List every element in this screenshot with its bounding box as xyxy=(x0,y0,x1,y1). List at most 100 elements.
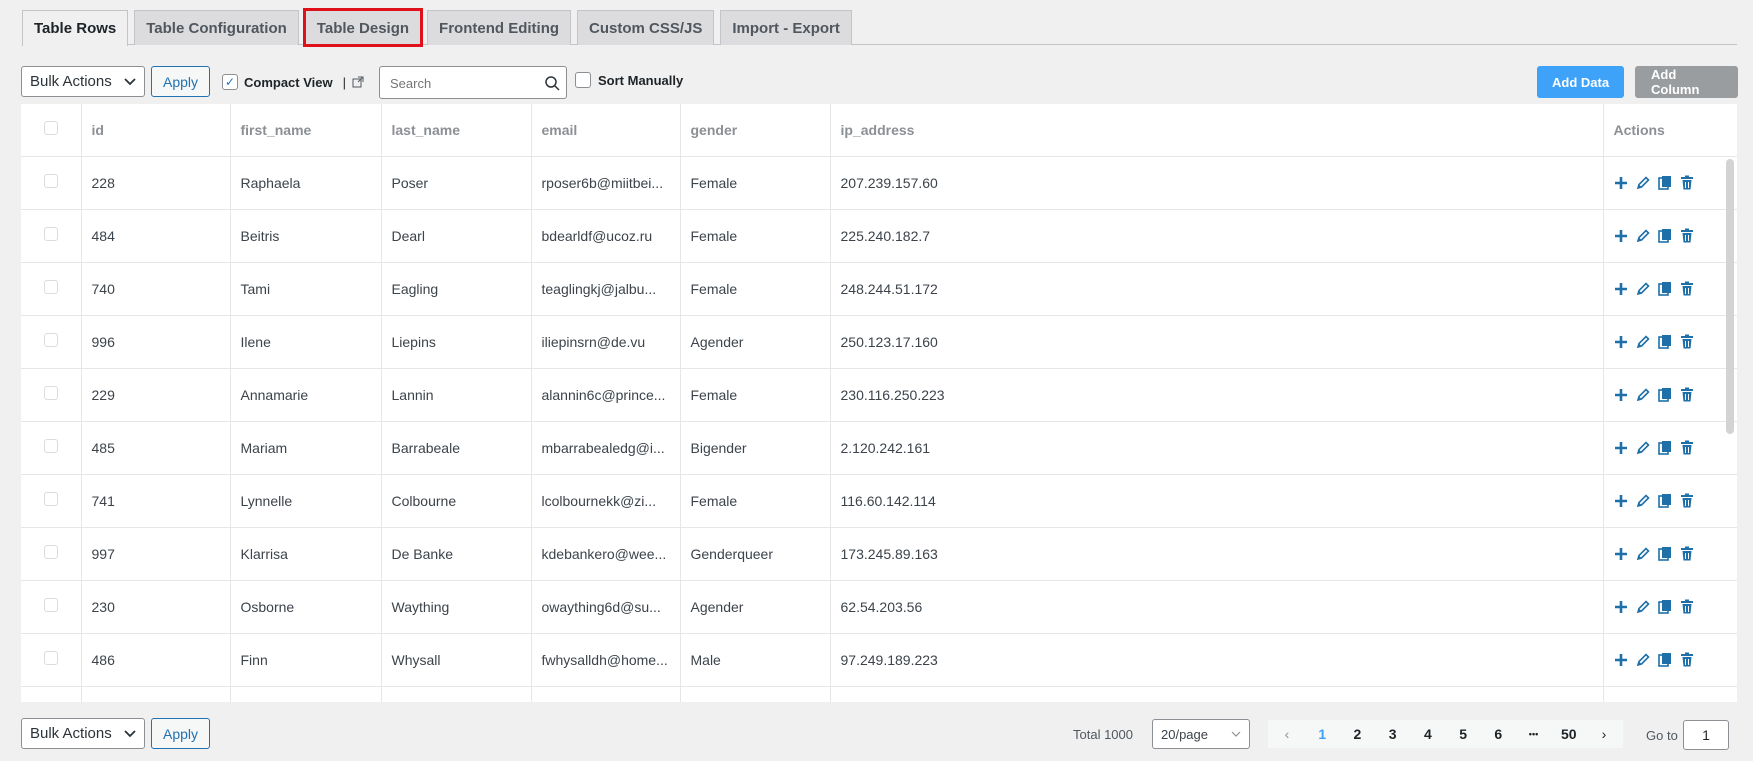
cell-last-name[interactable]: Dearl xyxy=(381,209,532,263)
cell-ip-address[interactable]: 230.116.250.223 xyxy=(830,368,1604,422)
page-size-select[interactable]: 20/page xyxy=(1152,719,1250,749)
cell-last-name[interactable] xyxy=(381,686,532,702)
compact-view-checkbox[interactable]: ✓ xyxy=(222,74,238,90)
cell-last-name[interactable]: Waything xyxy=(381,580,532,634)
add-column-button[interactable]: Add Column xyxy=(1635,66,1738,98)
cell-email[interactable]: fwhysalldh@home... xyxy=(531,633,681,687)
cell-gender[interactable]: Agender xyxy=(680,315,831,369)
column-header-id[interactable]: id xyxy=(81,104,231,157)
cell-email[interactable]: iliepinsrn@de.vu xyxy=(531,315,681,369)
trash-icon[interactable] xyxy=(1680,599,1694,614)
plus-icon[interactable] xyxy=(1614,600,1628,614)
prev-page-button[interactable]: ‹ xyxy=(1276,726,1298,742)
cell-id[interactable]: 486 xyxy=(81,633,231,687)
cell-first-name[interactable]: Beitris xyxy=(230,209,382,263)
plus-icon[interactable] xyxy=(1614,653,1628,667)
page-button[interactable]: 3 xyxy=(1382,726,1404,742)
select-all-checkbox[interactable] xyxy=(43,121,58,136)
trash-icon[interactable] xyxy=(1680,281,1694,296)
row-checkbox[interactable] xyxy=(43,333,58,347)
cell-id[interactable]: 741 xyxy=(81,474,231,528)
edit-icon[interactable] xyxy=(1636,493,1650,508)
copy-icon[interactable] xyxy=(1657,334,1672,349)
trash-icon[interactable] xyxy=(1680,493,1694,508)
cell-id[interactable]: 485 xyxy=(81,421,231,475)
vertical-scrollbar[interactable] xyxy=(1726,159,1734,434)
cell-last-name[interactable]: Barrabeale xyxy=(381,421,532,475)
table-row[interactable]: 997 Klarrisa De Banke kdebankero@wee... Gend… xyxy=(21,527,1737,581)
row-checkbox[interactable] xyxy=(43,174,58,188)
tab-table-rows[interactable]: Table Rows xyxy=(22,10,129,46)
plus-icon[interactable] xyxy=(1614,229,1628,243)
cell-email[interactable]: teaglingkj@jalbu... xyxy=(531,262,681,316)
copy-icon[interactable] xyxy=(1657,546,1672,561)
cell-gender[interactable]: Female xyxy=(680,209,831,263)
row-checkbox[interactable] xyxy=(43,280,58,294)
table-row[interactable]: 228 Raphaela Poser rposer6b@miitbei... Femal… xyxy=(21,156,1737,210)
copy-icon[interactable] xyxy=(1657,440,1672,455)
cell-id[interactable]: 229 xyxy=(81,368,231,422)
edit-icon[interactable] xyxy=(1636,440,1650,455)
cell-gender[interactable]: Genderqueer xyxy=(680,527,831,581)
cell-first-name[interactable]: Ilene xyxy=(230,315,382,369)
trash-icon[interactable] xyxy=(1680,546,1694,561)
footer-apply-button[interactable]: Apply xyxy=(151,718,211,749)
cell-last-name[interactable]: Poser xyxy=(381,156,532,210)
goto-page-input[interactable]: 1 xyxy=(1683,720,1729,750)
cell-first-name[interactable]: Mariam xyxy=(230,421,382,475)
copy-icon[interactable] xyxy=(1657,652,1672,667)
tab-table-design[interactable]: Table Design xyxy=(302,8,424,47)
cell-email[interactable]: alannin6c@prince... xyxy=(531,368,681,422)
cell-ip-address[interactable] xyxy=(830,686,1604,702)
plus-icon[interactable] xyxy=(1614,494,1628,508)
row-checkbox[interactable] xyxy=(43,227,58,241)
page-button[interactable]: 4 xyxy=(1417,726,1439,742)
cell-first-name[interactable]: Osborne xyxy=(230,580,382,634)
copy-icon[interactable] xyxy=(1657,228,1672,243)
plus-icon[interactable] xyxy=(1614,335,1628,349)
trash-icon[interactable] xyxy=(1680,228,1694,243)
cell-gender[interactable]: Agender xyxy=(680,580,831,634)
search-icon[interactable] xyxy=(545,76,560,91)
table-row[interactable]: 740 Tami Eagling teaglingkj@jalbu... Female 2… xyxy=(21,262,1737,316)
cell-email[interactable]: rposer6b@miitbei... xyxy=(531,156,681,210)
page-button[interactable]: 6 xyxy=(1487,726,1509,742)
cell-email[interactable]: kdebankero@wee... xyxy=(531,527,681,581)
table-row[interactable]: 230 Osborne Waything owaything6d@su... Agend… xyxy=(21,580,1737,634)
page-button[interactable]: 5 xyxy=(1452,726,1474,742)
copy-icon[interactable] xyxy=(1657,281,1672,296)
row-checkbox[interactable] xyxy=(43,651,58,665)
cell-id[interactable]: 996 xyxy=(81,315,231,369)
table-row[interactable]: 485 Mariam Barrabeale mbarrabealedg@i... Big… xyxy=(21,421,1737,475)
cell-last-name[interactable]: Lannin xyxy=(381,368,532,422)
cell-id[interactable] xyxy=(81,686,231,702)
cell-last-name[interactable]: Liepins xyxy=(381,315,532,369)
table-row[interactable]: 996 Ilene Liepins iliepinsrn@de.vu Agender 25… xyxy=(21,315,1737,369)
table-row[interactable]: 484 Beitris Dearl bdearldf@ucoz.ru Female 225… xyxy=(21,209,1737,263)
row-checkbox[interactable] xyxy=(43,598,58,612)
page-button[interactable]: 2 xyxy=(1346,726,1368,742)
plus-icon[interactable] xyxy=(1614,176,1628,190)
cell-ip-address[interactable]: 2.120.242.161 xyxy=(830,421,1604,475)
table-row[interactable] xyxy=(21,686,1737,702)
edit-icon[interactable] xyxy=(1636,228,1650,243)
cell-gender[interactable]: Bigender xyxy=(680,421,831,475)
more-pages-button[interactable]: ••• xyxy=(1523,729,1545,739)
cell-email[interactable]: bdearldf@ucoz.ru xyxy=(531,209,681,263)
add-data-button[interactable]: Add Data xyxy=(1537,66,1625,98)
tab-table-configuration[interactable]: Table Configuration xyxy=(134,10,299,45)
cell-email[interactable] xyxy=(531,686,681,702)
column-header-first-name[interactable]: first_name xyxy=(230,104,382,157)
trash-icon[interactable] xyxy=(1680,334,1694,349)
plus-icon[interactable] xyxy=(1614,388,1628,402)
footer-bulk-actions-select[interactable]: Bulk Actions xyxy=(21,718,145,749)
external-link-icon[interactable] xyxy=(352,76,364,88)
cell-id[interactable]: 740 xyxy=(81,262,231,316)
cell-email[interactable]: owaything6d@su... xyxy=(531,580,681,634)
apply-button[interactable]: Apply xyxy=(151,66,211,97)
cell-gender[interactable]: Male xyxy=(680,633,831,687)
plus-icon[interactable] xyxy=(1614,282,1628,296)
cell-id[interactable]: 997 xyxy=(81,527,231,581)
cell-first-name[interactable]: Tami xyxy=(230,262,382,316)
copy-icon[interactable] xyxy=(1657,599,1672,614)
